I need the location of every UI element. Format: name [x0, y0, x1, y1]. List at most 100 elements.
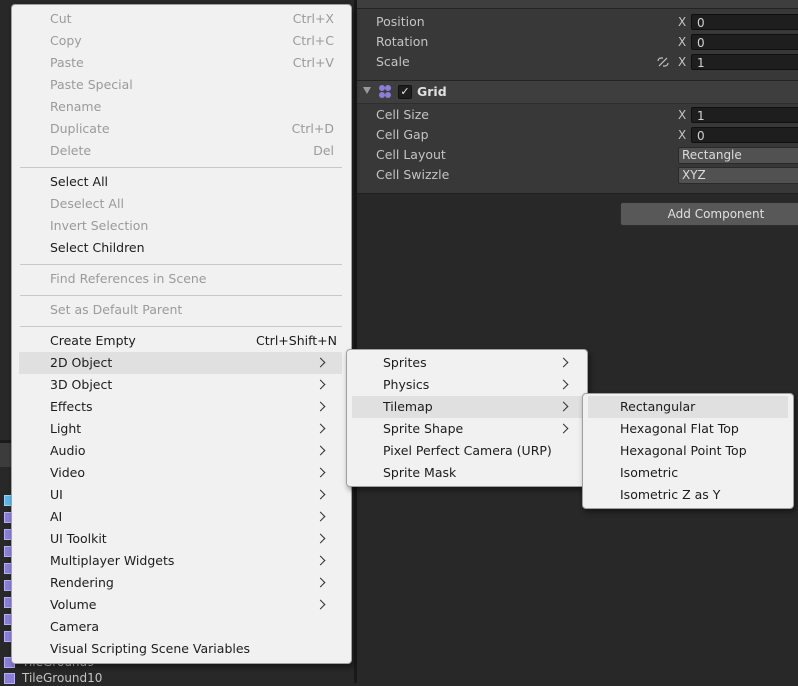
context-menu: Cut Ctrl+X Copy Ctrl+C Paste Ctrl+V Past… — [11, 4, 352, 664]
menu-item-sprites[interactable]: Sprites — [352, 352, 582, 374]
chevron-right-icon — [315, 401, 326, 412]
grid-enabled-checkbox[interactable]: ✓ — [398, 85, 412, 99]
menu-item-label: 3D Object — [50, 377, 113, 392]
menu-item-hexagonal-point-top[interactable]: Hexagonal Point Top — [588, 440, 788, 462]
menu-item-label: Isometric Z as Y — [620, 487, 721, 502]
cell-layout-label: Cell Layout — [376, 147, 446, 162]
menu-item-label: Visual Scripting Scene Variables — [50, 641, 251, 656]
menu-item-label: Select All — [50, 174, 109, 189]
unlink-icon[interactable] — [656, 55, 670, 69]
menu-item-tilemap[interactable]: Tilemap — [352, 396, 582, 418]
cell-swizzle-dropdown[interactable]: XYZ — [678, 167, 798, 184]
menu-separator — [20, 326, 342, 327]
menu-item-camera[interactable]: Camera — [19, 616, 342, 638]
menu-item-label: Paste — [50, 55, 84, 70]
menu-item-label: Cut — [50, 11, 72, 26]
cell-gap-x-field[interactable]: 0 — [691, 127, 798, 143]
menu-item-deselect-all[interactable]: Deselect All — [19, 193, 342, 215]
menu-item-rendering[interactable]: Rendering — [19, 572, 342, 594]
hierarchy-row-label: TileGround10 — [22, 671, 103, 685]
rotation-x-axis-label: X — [678, 35, 687, 49]
menu-item-rename[interactable]: Rename — [19, 96, 342, 118]
grid-component-header[interactable]: ✓ Grid — [357, 80, 798, 104]
menu-item-label: Select Children — [50, 240, 145, 255]
scale-label: Scale — [376, 54, 410, 69]
menu-item-label: UI — [50, 487, 63, 502]
menu-item-isometric-z-as-y[interactable]: Isometric Z as Y — [588, 484, 788, 506]
chevron-right-icon — [315, 533, 326, 544]
position-row: Position X 0 — [376, 12, 798, 32]
menu-item-rectangular[interactable]: Rectangular — [588, 396, 788, 418]
menu-item-ai[interactable]: AI — [19, 506, 342, 528]
menu-item-pixel-perfect-camera[interactable]: Pixel Perfect Camera (URP) — [352, 440, 582, 462]
menu-item-label: Audio — [50, 443, 86, 458]
scale-x-field[interactable]: 1 — [691, 54, 798, 70]
menu-item-ui[interactable]: UI — [19, 484, 342, 506]
menu-item-multiplayer-widgets[interactable]: Multiplayer Widgets — [19, 550, 342, 572]
cell-size-x-field[interactable]: 1 — [691, 107, 798, 123]
rotation-x-field[interactable]: 0 — [691, 34, 798, 50]
transform-header[interactable] — [357, 0, 798, 9]
menu-item-label: Deselect All — [50, 196, 124, 211]
menu-item-copy[interactable]: Copy Ctrl+C — [19, 30, 342, 52]
menu-item-label: Rendering — [50, 575, 114, 590]
menu-item-label: Rectangular — [620, 399, 696, 414]
chevron-right-icon — [315, 423, 326, 434]
menu-item-paste-special[interactable]: Paste Special — [19, 74, 342, 96]
menu-item-label: Sprite Mask — [383, 465, 457, 480]
cell-size-label: Cell Size — [376, 107, 429, 122]
menu-item-select-children[interactable]: Select Children — [19, 237, 342, 259]
menu-item-effects[interactable]: Effects — [19, 396, 342, 418]
menu-item-light[interactable]: Light — [19, 418, 342, 440]
menu-item-invert-selection[interactable]: Invert Selection — [19, 215, 342, 237]
menu-item-ui-toolkit[interactable]: UI Toolkit — [19, 528, 342, 550]
submenu-2d-object: Sprites Physics Tilemap Sprite Shape Pix… — [346, 349, 588, 487]
menu-item-label: AI — [50, 509, 63, 524]
cell-layout-dropdown[interactable]: Rectangle — [678, 147, 798, 164]
cell-swizzle-label: Cell Swizzle — [376, 167, 450, 182]
grid-icon — [377, 84, 393, 100]
menu-item-volume[interactable]: Volume — [19, 594, 342, 616]
menu-item-find-references[interactable]: Find References in Scene — [19, 268, 342, 290]
menu-item-duplicate[interactable]: Duplicate Ctrl+D — [19, 118, 342, 140]
menu-item-label: Sprites — [383, 355, 427, 370]
chevron-right-icon — [315, 489, 326, 500]
position-label: Position — [376, 14, 425, 29]
menu-item-audio[interactable]: Audio — [19, 440, 342, 462]
chevron-right-icon — [558, 401, 569, 412]
menu-item-label: Duplicate — [50, 121, 110, 136]
menu-item-3d-object[interactable]: 3D Object — [19, 374, 342, 396]
menu-item-hexagonal-flat-top[interactable]: Hexagonal Flat Top — [588, 418, 788, 440]
menu-item-label: Set as Default Parent — [50, 302, 183, 317]
menu-item-paste[interactable]: Paste Ctrl+V — [19, 52, 342, 74]
chevron-right-icon — [315, 379, 326, 390]
menu-separator — [20, 167, 342, 168]
position-x-field[interactable]: 0 — [691, 14, 798, 30]
menu-item-isometric[interactable]: Isometric — [588, 462, 788, 484]
menu-item-label: Delete — [50, 143, 92, 158]
menu-item-set-default-parent[interactable]: Set as Default Parent — [19, 299, 342, 321]
menu-item-label: Pixel Perfect Camera (URP) — [383, 443, 552, 458]
scale-x-axis-label: X — [678, 55, 687, 69]
foldout-arrow-icon[interactable] — [363, 87, 371, 94]
chevron-right-icon — [315, 467, 326, 478]
menu-item-select-all[interactable]: Select All — [19, 171, 342, 193]
cell-layout-row: Cell Layout Rectangle — [376, 145, 798, 165]
grid-title: Grid — [417, 84, 447, 99]
menu-item-2d-object[interactable]: 2D Object — [19, 352, 342, 374]
menu-item-video[interactable]: Video — [19, 462, 342, 484]
menu-item-cut[interactable]: Cut Ctrl+X — [19, 8, 342, 30]
menu-item-label: Video — [50, 465, 86, 480]
menu-item-shortcut: Ctrl+V — [292, 55, 334, 70]
menu-item-delete[interactable]: Delete Del — [19, 140, 342, 162]
menu-item-sprite-shape[interactable]: Sprite Shape — [352, 418, 582, 440]
menu-item-label: UI Toolkit — [50, 531, 107, 546]
menu-item-label: Paste Special — [50, 77, 133, 92]
menu-item-label: Sprite Shape — [383, 421, 464, 436]
menu-item-create-empty[interactable]: Create Empty Ctrl+Shift+N — [19, 330, 342, 352]
menu-item-physics[interactable]: Physics — [352, 374, 582, 396]
menu-item-visual-scripting-scene-variables[interactable]: Visual Scripting Scene Variables — [19, 638, 342, 660]
menu-item-sprite-mask[interactable]: Sprite Mask — [352, 462, 582, 484]
menu-separator — [20, 264, 342, 265]
add-component-button[interactable]: Add Component — [620, 202, 798, 226]
